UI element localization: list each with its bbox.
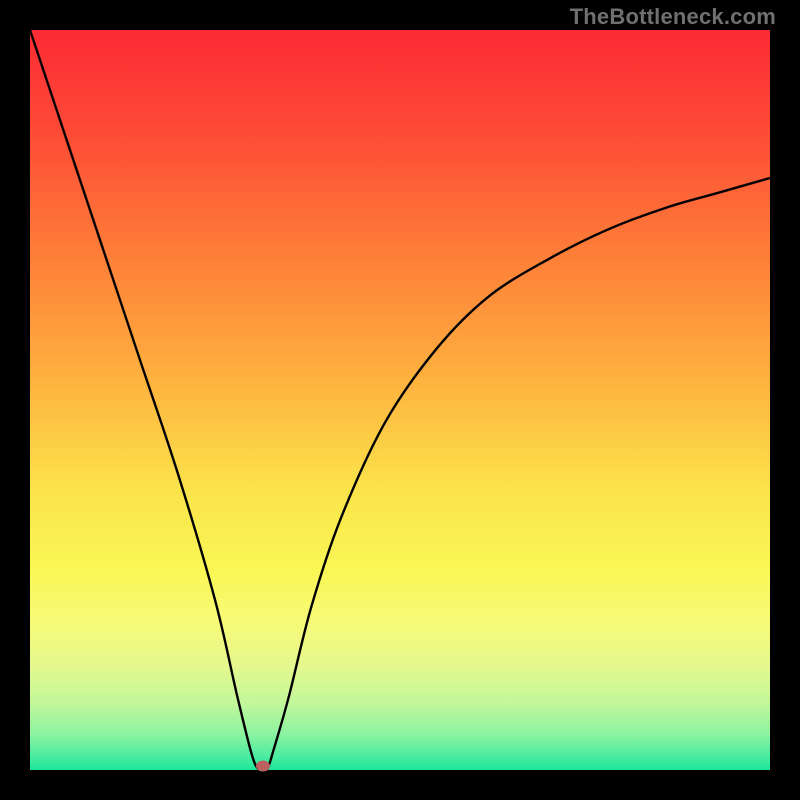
bottleneck-curve [30,30,770,770]
plot-area [30,30,770,770]
chart-frame: TheBottleneck.com [0,0,800,800]
optimal-point-marker [256,761,270,772]
watermark-text: TheBottleneck.com [570,4,776,30]
